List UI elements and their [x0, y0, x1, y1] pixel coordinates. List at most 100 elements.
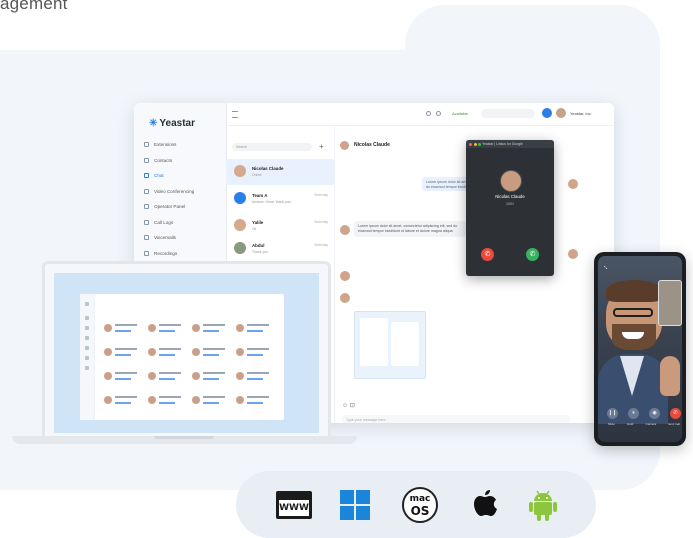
card-line	[203, 372, 225, 374]
card-line	[247, 324, 269, 326]
contact-card[interactable]	[104, 394, 144, 413]
contact-card[interactable]	[236, 370, 276, 389]
avatar	[568, 249, 578, 259]
contact-card[interactable]	[148, 346, 188, 365]
avatar	[192, 372, 200, 380]
contact-card[interactable]	[148, 394, 188, 413]
contact-card[interactable]	[192, 346, 232, 365]
nav-icon[interactable]	[85, 346, 89, 350]
contact-card[interactable]	[104, 370, 144, 389]
contact-card[interactable]	[192, 322, 232, 341]
self-view-video[interactable]	[658, 280, 682, 326]
control-label: Camera	[645, 422, 657, 426]
control-label: Mute	[608, 422, 615, 426]
caller-number: 1001	[506, 202, 514, 206]
hold-button[interactable]: ⏸	[628, 408, 639, 419]
list-item[interactable]: Nicolas Claude Online	[226, 159, 334, 185]
message-input[interactable]: Type your message here	[342, 415, 570, 423]
notification-icon[interactable]	[436, 111, 441, 116]
sidebar-item-contacts[interactable]: Contacts	[134, 153, 226, 169]
android-icon	[528, 487, 558, 523]
macos-badge: mac OS	[402, 487, 438, 523]
sidebar-item-operator-panel[interactable]: Operator Panel	[134, 199, 226, 215]
apple-icon	[470, 487, 500, 523]
sidebar-item-call-logs[interactable]: Call Logs	[134, 215, 226, 231]
nav-icon[interactable]	[85, 316, 89, 320]
sidebar-item-recordings[interactable]: Recordings	[134, 246, 226, 262]
avatar	[340, 271, 350, 281]
card-line	[203, 324, 225, 326]
conversation-time: Yesterday	[313, 193, 328, 197]
answer-call-button[interactable]: ✆	[526, 248, 539, 261]
top-search-input[interactable]	[481, 109, 535, 118]
image-thumbnail	[391, 322, 419, 366]
person-glasses	[613, 308, 653, 317]
user-name[interactable]: Yeastar, Inc.	[570, 111, 592, 116]
avatar	[104, 348, 112, 356]
top-bar: Available Yeastar, Inc.	[226, 103, 614, 126]
sidebar-item-label: Chat	[154, 173, 164, 179]
contact-card[interactable]	[236, 394, 276, 413]
dialpad-icon[interactable]	[542, 108, 552, 118]
contact-card[interactable]	[148, 370, 188, 389]
nav-icon[interactable]	[85, 366, 89, 370]
avatar	[148, 348, 156, 356]
message-bubble: Lorem ipsum dolor sit amet, consectetur …	[354, 221, 466, 237]
list-item[interactable]: Team A Andrew: Great, thank you! Yesterd…	[226, 186, 334, 212]
contact-card[interactable]	[192, 394, 232, 413]
sidebar-item-label: Video Conferencing	[154, 188, 195, 194]
conversation-preview: Thank you	[252, 250, 268, 254]
avatar	[236, 372, 244, 380]
contact-card[interactable]	[192, 370, 232, 389]
minimize-call-icon[interactable]: ⤡	[604, 265, 607, 270]
list-item[interactable]: Abdul Thank you Yesterday	[226, 236, 334, 262]
minimize-icon[interactable]	[473, 142, 477, 146]
nav-icon[interactable]	[85, 356, 89, 360]
decline-call-button[interactable]: ✆	[481, 248, 494, 261]
mute-button[interactable]: ❙❙	[607, 408, 618, 419]
end-call-button[interactable]: ✆	[670, 408, 681, 419]
presence-status[interactable]: Available	[452, 111, 468, 116]
menu-icon[interactable]	[232, 111, 238, 118]
laptop-notch	[154, 436, 214, 439]
avatar	[340, 293, 350, 303]
camera-button[interactable]: ◉	[649, 408, 660, 419]
app-logo: ✳ Yeastar	[149, 118, 195, 129]
card-line	[159, 348, 181, 350]
incoming-call-popup: Yeastar | Linkus for Google Nicolas Clau…	[466, 140, 554, 276]
sidebar-item-video-conferencing[interactable]: Video Conferencing	[134, 184, 226, 200]
emoji-icon[interactable]: ☺	[342, 403, 348, 409]
card-line	[247, 372, 269, 374]
video-icon	[144, 188, 149, 194]
avatar	[234, 192, 246, 204]
contact-card[interactable]	[236, 346, 276, 365]
conversation-time: Yesterday	[313, 243, 328, 247]
nav-icon[interactable]	[85, 336, 89, 340]
video-call-view: ⤡ ❙❙ ⏸ ◉ ✆ Mute Hold Camera End Call	[598, 256, 682, 442]
sidebar-item-chat[interactable]: Chat	[134, 168, 226, 184]
attachment-icon[interactable]: ⊡	[350, 403, 355, 409]
contact-card[interactable]	[236, 322, 276, 341]
conversation-search-input[interactable]: Search	[232, 143, 312, 151]
contact-card[interactable]	[104, 322, 144, 341]
help-icon[interactable]	[426, 111, 431, 116]
contact-card[interactable]	[104, 346, 144, 365]
sidebar-item-voicemails[interactable]: Voicemails	[134, 230, 226, 246]
maximize-icon[interactable]	[478, 142, 481, 146]
windows-pane	[356, 506, 370, 520]
sidebar-item-label: Call Logs	[154, 219, 174, 225]
conversation-time: Yesterday	[313, 220, 328, 224]
contact-card[interactable]	[148, 322, 188, 341]
close-icon[interactable]	[469, 142, 472, 146]
avatar	[192, 324, 200, 332]
avatar	[340, 225, 350, 235]
add-conversation-button[interactable]: +	[319, 143, 324, 151]
avatar	[236, 324, 244, 332]
sidebar-item-extensions[interactable]: Extensions	[134, 137, 226, 153]
user-avatar[interactable]	[556, 108, 566, 118]
sidebar-nav: Extensions Contacts Chat Video Conferenc…	[134, 137, 226, 261]
image-message[interactable]	[354, 311, 426, 379]
nav-icon[interactable]	[85, 326, 89, 330]
macos-line2: OS	[410, 504, 430, 518]
card-line	[159, 330, 175, 332]
